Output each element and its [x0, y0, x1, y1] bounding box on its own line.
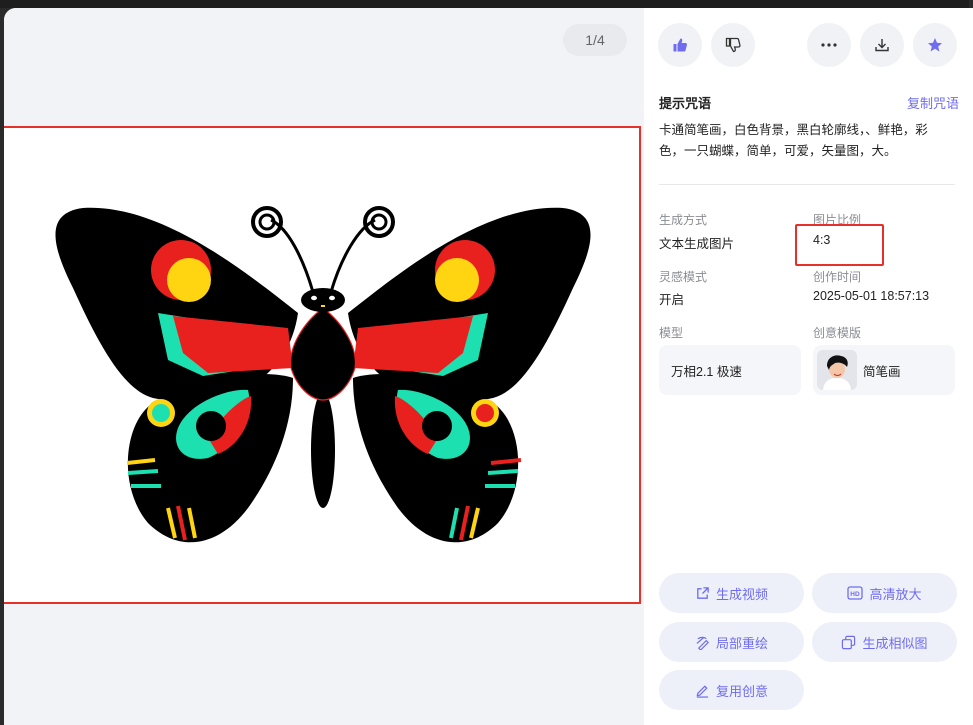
- model-label: 模型: [659, 326, 684, 340]
- avatar-illustration-icon: [823, 355, 851, 390]
- model-card: 万相2.1 极速: [659, 345, 801, 395]
- download-button[interactable]: [860, 23, 904, 67]
- thumbs-down-icon: [725, 37, 741, 53]
- image-preview-area: 1/4: [4, 8, 644, 725]
- ratio-highlight-box: [795, 224, 884, 266]
- image-detail-modal: 1/4 提示咒语 复制咒语 卡通简笔画，白色背景，黑白轮廓线，、鲜艳，彩 色，一…: [4, 8, 973, 725]
- share-export-icon: [697, 586, 709, 599]
- more-button[interactable]: [807, 23, 851, 67]
- more-icon: [821, 43, 837, 47]
- template-avatar: [817, 350, 857, 390]
- prompt-line: 色，一只蝴蝶，简单，可爱，矢量图，大。: [659, 144, 897, 158]
- page-counter: 1/4: [563, 24, 627, 56]
- generate-similar-button[interactable]: 生成相似图: [812, 622, 957, 662]
- generate-similar-label: 生成相似图: [862, 635, 928, 651]
- inspiration-value: 开启: [659, 293, 685, 307]
- prompt-line: 卡通简笔画，白色背景，黑白轮廓线，、鲜艳，彩: [659, 123, 928, 137]
- generated-image[interactable]: [4, 126, 641, 604]
- created-label: 创作时间: [813, 270, 862, 284]
- dislike-button[interactable]: [711, 23, 755, 67]
- prompt-title: 提示咒语: [659, 96, 712, 111]
- template-card[interactable]: 简笔画: [813, 345, 955, 395]
- detail-side-panel: 提示咒语 复制咒语 卡通简笔画，白色背景，黑白轮廓线，、鲜艳，彩 色，一只蝴蝶，…: [644, 8, 973, 725]
- download-icon: [875, 39, 889, 52]
- brush-icon: [696, 636, 709, 650]
- copy-prompt-button[interactable]: 复制咒语: [907, 93, 959, 112]
- partial-redraw-label: 局部重绘: [715, 635, 768, 651]
- thumbs-up-icon: [673, 38, 687, 52]
- divider: [659, 184, 955, 185]
- prompt-text: 卡通简笔画，白色背景，黑白轮廓线，、鲜艳，彩 色，一只蝴蝶，简单，可爱，矢量图，…: [659, 120, 959, 162]
- like-button[interactable]: [658, 23, 702, 67]
- edit-pen-icon: [696, 684, 709, 698]
- generate-video-label: 生成视频: [715, 586, 768, 602]
- template-value: 简笔画: [863, 364, 901, 379]
- hd-upscale-label: 高清放大: [869, 586, 922, 602]
- star-icon: [928, 38, 942, 52]
- backdrop: [0, 0, 973, 8]
- gen-method-label: 生成方式: [659, 213, 708, 227]
- hd-upscale-button[interactable]: HD 高清放大: [812, 573, 957, 613]
- favorite-button[interactable]: [913, 23, 957, 67]
- butterfly-image: [55, 206, 591, 543]
- reuse-idea-label: 复用创意: [715, 683, 768, 699]
- gen-method-value: 文本生成图片: [659, 237, 735, 251]
- model-value: 万相2.1 极速: [671, 364, 742, 379]
- inspiration-label: 灵感模式: [659, 270, 708, 284]
- svg-text:HD: HD: [851, 591, 861, 598]
- reuse-idea-button[interactable]: 复用创意: [659, 670, 804, 710]
- hd-icon: HD: [847, 586, 864, 600]
- template-label: 创意模版: [813, 326, 862, 340]
- copy-similar-icon: [842, 635, 856, 649]
- created-value: 2025-05-01 18:57:13: [813, 289, 930, 303]
- generate-video-button[interactable]: 生成视频: [659, 573, 804, 613]
- partial-redraw-button[interactable]: 局部重绘: [659, 622, 804, 662]
